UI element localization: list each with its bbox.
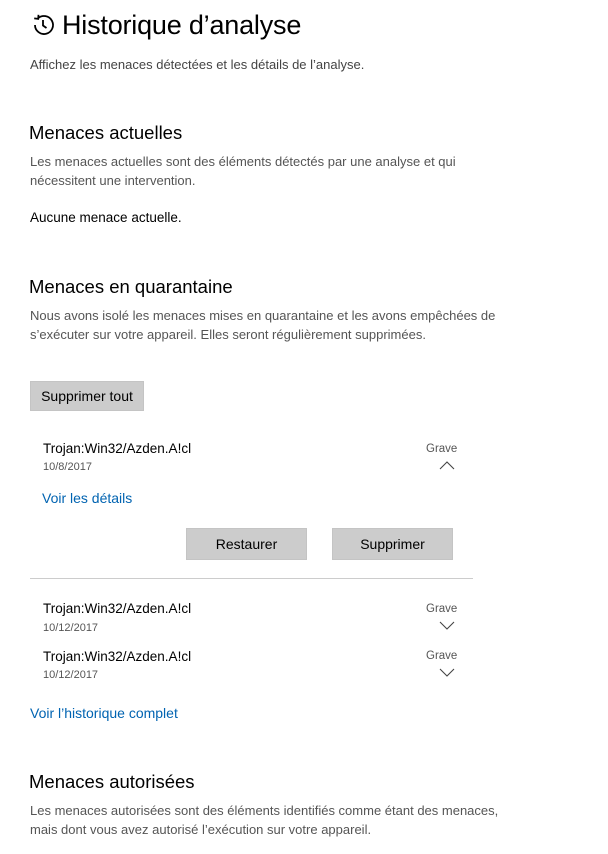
severity-label: Grave bbox=[426, 603, 458, 615]
view-details-link[interactable]: Voir les détails bbox=[42, 490, 132, 506]
threat-date: 10/12/2017 bbox=[43, 622, 99, 634]
current-threats-heading: Menaces actuelles bbox=[29, 122, 183, 143]
remove-all-button[interactable]: Supprimer tout bbox=[30, 381, 144, 411]
quarantined-threats-heading: Menaces en quarantaine bbox=[29, 276, 233, 297]
divider bbox=[30, 578, 473, 579]
restore-button[interactable]: Restaurer bbox=[186, 528, 307, 560]
allowed-threats-description: Les menaces autorisées sont des éléments… bbox=[30, 803, 499, 837]
chevron-up-icon[interactable] bbox=[439, 461, 455, 470]
threat-date: 10/12/2017 bbox=[43, 669, 99, 681]
page-title: Historique d’analyse bbox=[62, 10, 302, 40]
view-full-history-link[interactable]: Voir l’historique complet bbox=[30, 705, 178, 721]
quarantined-threats-description: Nous avons isolé les menaces mises en qu… bbox=[30, 308, 496, 342]
history-icon bbox=[34, 14, 54, 35]
threat-name: Trojan:Win32/Azden.A!cl bbox=[43, 441, 192, 456]
remove-button[interactable]: Supprimer bbox=[332, 528, 453, 560]
current-threats-status: Aucune menace actuelle. bbox=[30, 210, 182, 225]
threat-name: Trojan:Win32/Azden.A!cl bbox=[43, 649, 192, 664]
allowed-threats-heading: Menaces autorisées bbox=[29, 771, 195, 792]
threat-name: Trojan:Win32/Azden.A!cl bbox=[43, 601, 192, 616]
threat-date: 10/8/2017 bbox=[43, 461, 92, 473]
chevron-down-icon[interactable] bbox=[439, 668, 455, 677]
severity-label: Grave bbox=[426, 443, 458, 455]
current-threats-description: Les menaces actuelles sont des éléments … bbox=[30, 154, 456, 188]
severity-label: Grave bbox=[426, 650, 458, 662]
chevron-down-icon[interactable] bbox=[439, 621, 455, 630]
page-subtitle: Affichez les menaces détectées et les dé… bbox=[30, 57, 365, 72]
